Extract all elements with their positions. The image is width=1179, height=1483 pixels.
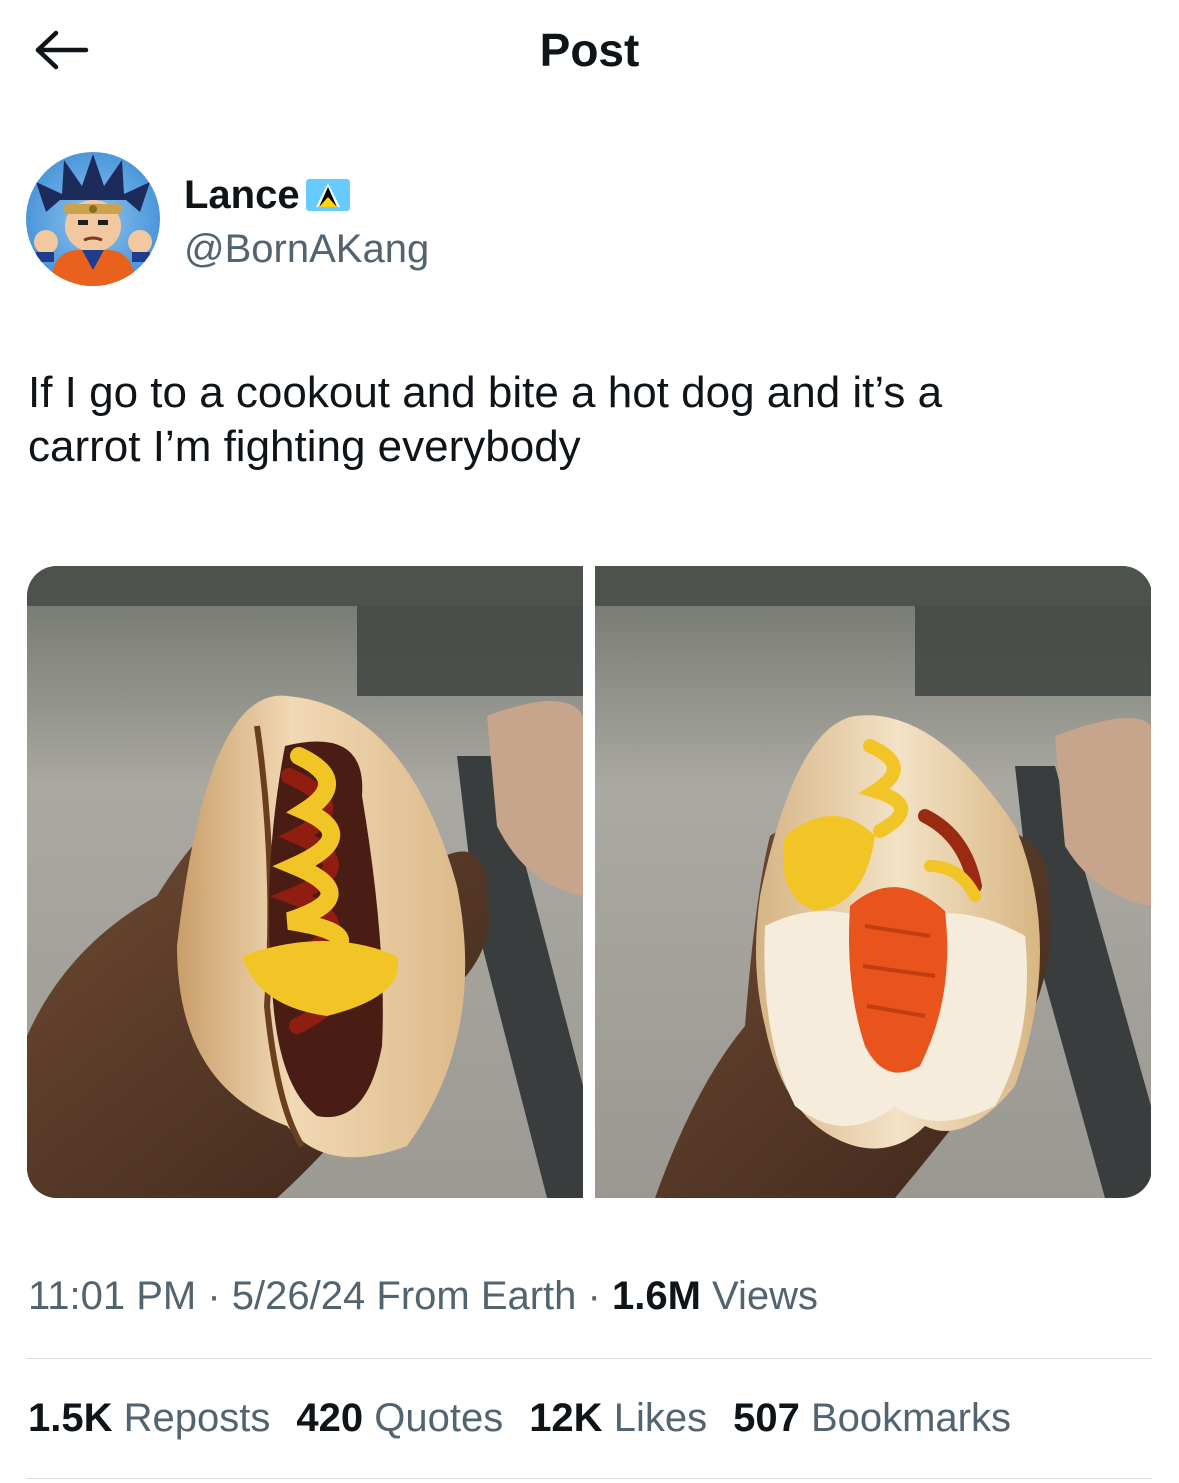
bookmarks-count: 507 [733, 1396, 800, 1440]
photo-hotdog-whole[interactable] [27, 566, 583, 1198]
bookmarks-label: Bookmarks [799, 1396, 1011, 1440]
avatar[interactable] [26, 152, 160, 286]
quotes-label: Quotes [363, 1396, 504, 1440]
reposts-count: 1.5K [28, 1396, 113, 1440]
post-author: Lance @BornAKang [26, 152, 726, 288]
top-bar: Post [0, 0, 1179, 100]
reposts-stat[interactable]: 1.5K Reposts [28, 1392, 270, 1444]
page-title: Post [539, 24, 640, 76]
avatar-image [26, 152, 160, 286]
bookmarks-stat[interactable]: 507 Bookmarks [733, 1392, 1011, 1444]
likes-count: 12K [529, 1396, 603, 1440]
divider [26, 1478, 1152, 1479]
post-time: 11:01 PM [28, 1274, 197, 1318]
photo-hotdog-bitten-image [595, 566, 1151, 1198]
reposts-label: Reposts [112, 1396, 271, 1440]
quotes-count: 420 [296, 1396, 364, 1440]
engagement-stats: 1.5K Reposts 420 Quotes 12K Likes 507 Bo… [28, 1392, 1037, 1444]
saint-lucia-flag-icon [305, 179, 350, 211]
post-text: If I go to a cookout and bite a hot dog … [28, 368, 943, 471]
photo-hotdog-bitten[interactable] [595, 566, 1151, 1198]
media-grid [27, 566, 1152, 1198]
photo-hotdog-whole-image [27, 566, 583, 1198]
post-source: From Earth [365, 1274, 577, 1318]
views-count: 1.6M [611, 1274, 701, 1318]
post-meta: 11:01 PM · 5/26/24 From Earth · 1.6M Vie… [28, 1270, 818, 1322]
quotes-stat[interactable]: 420 Quotes [296, 1392, 503, 1444]
display-name[interactable]: Lance [184, 172, 300, 218]
meta-separator: · [196, 1274, 232, 1318]
post-date[interactable]: 5/26/24 [232, 1274, 365, 1318]
display-name-row: Lance [184, 172, 350, 218]
divider [26, 1358, 1152, 1359]
user-handle[interactable]: @BornAKang [184, 226, 429, 272]
likes-label: Likes [602, 1396, 708, 1440]
views-label: Views [700, 1274, 818, 1318]
likes-stat[interactable]: 12K Likes [529, 1392, 707, 1444]
meta-separator: · [576, 1274, 612, 1318]
